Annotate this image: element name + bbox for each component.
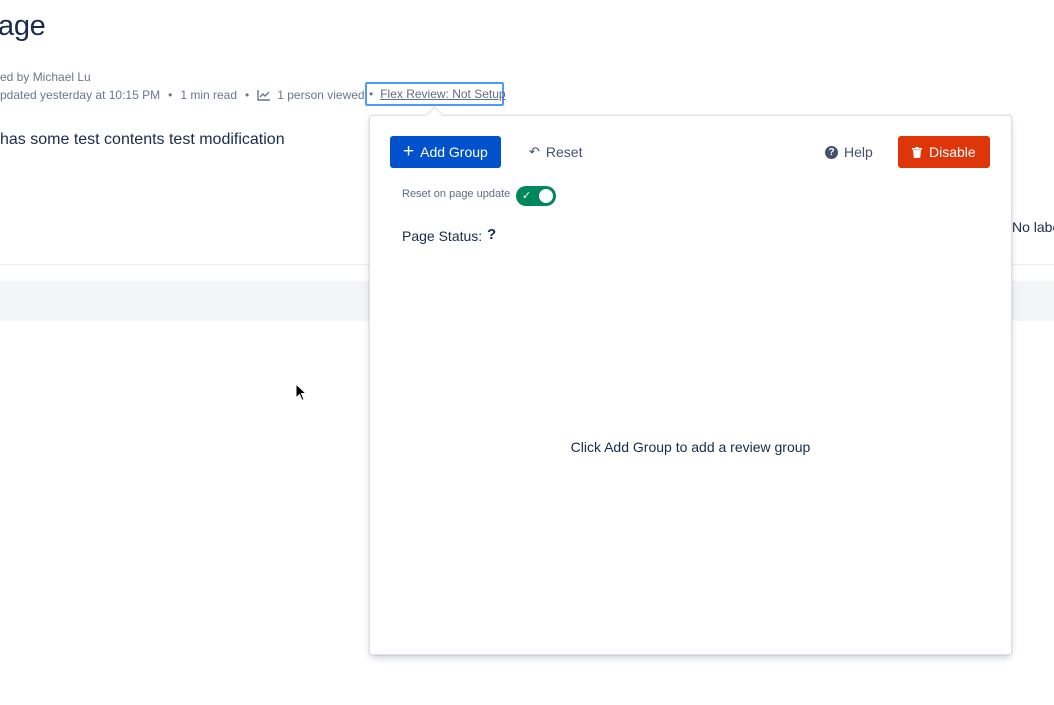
reset-label: Reset (545, 144, 583, 160)
page-meta: pdated yesterday at 10:15 PM • 1 min rea… (0, 88, 365, 102)
flex-review-link-text[interactable]: Flex Review: Not Setup (380, 87, 505, 101)
read-time-text: 1 min read (180, 88, 238, 102)
meta-separator: • (369, 87, 374, 101)
check-icon: ✓ (522, 190, 532, 202)
page-content: has some test contents test modification (0, 131, 285, 148)
updated-text: pdated yesterday at 10:15 PM (0, 88, 161, 102)
page-title: age (0, 10, 46, 42)
question-circle-icon: ? (825, 145, 838, 159)
mouse-cursor-icon (295, 383, 308, 402)
add-group-button[interactable]: + Add Group (390, 136, 501, 168)
reset-toggle-label: Reset on page update (402, 188, 511, 200)
reset-button[interactable]: ↶ Reset (525, 136, 595, 168)
meta-separator: • (168, 88, 173, 102)
flex-review-status-link[interactable]: • Flex Review: Not Setup (365, 82, 506, 106)
page-status-label: Page Status: (402, 228, 483, 244)
disable-label: Disable (929, 144, 976, 160)
flex-review-popup: + Add Group ↶ Reset ? Help Disable Reset… (369, 115, 1012, 655)
help-button[interactable]: ? Help (821, 136, 879, 168)
views-text[interactable]: 1 person viewed (277, 88, 364, 102)
empty-state-message: Click Add Group to add a review group (570, 439, 811, 455)
plus-icon: + (403, 140, 415, 162)
page-byline: ed by Michael Lu (0, 70, 91, 84)
toggle-knob (539, 189, 553, 203)
page-status-value[interactable]: ? (487, 226, 496, 243)
meta-separator: • (245, 88, 250, 102)
analytics-graph-icon (257, 90, 271, 101)
disable-button[interactable]: Disable (898, 136, 990, 168)
trash-icon (912, 146, 922, 158)
add-group-label: Add Group (420, 144, 488, 160)
undo-icon: ↶ (529, 144, 540, 159)
reset-on-update-toggle[interactable]: ✓ (516, 186, 556, 206)
labels-text[interactable]: No labe (1012, 219, 1054, 235)
help-label: Help (844, 144, 873, 160)
